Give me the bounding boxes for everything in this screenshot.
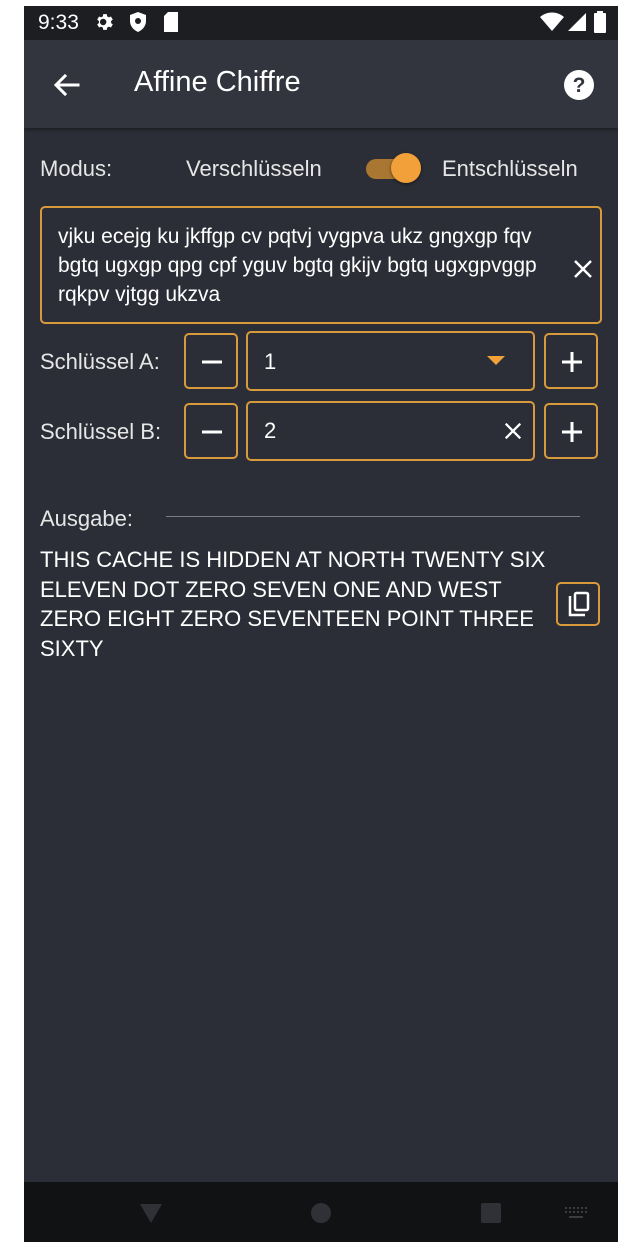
app-screen: 9:33 Affine Chiffre ? Modus: Verschlüsse xyxy=(24,6,618,1242)
dropdown-arrow-icon[interactable] xyxy=(485,353,507,372)
key-a-select[interactable]: 1 xyxy=(246,331,535,391)
close-icon[interactable] xyxy=(503,421,525,443)
back-triangle-icon[interactable] xyxy=(139,1202,163,1229)
key-b-value[interactable]: 2 xyxy=(264,418,276,444)
key-b-label: Schlüssel B: xyxy=(40,419,162,444)
copy-icon xyxy=(568,591,590,617)
sd-card-icon xyxy=(162,11,180,39)
wifi-icon xyxy=(540,11,564,39)
cipher-text-value[interactable]: vjku ecejg ku jkffgp cv pqtvj vygpva ukz… xyxy=(58,222,558,309)
status-time: 9:33 xyxy=(38,11,79,34)
mode-label: Modus: xyxy=(40,156,113,181)
keyboard-icon[interactable] xyxy=(564,1206,590,1225)
key-b-increment-button[interactable] xyxy=(544,403,598,459)
recents-square-icon[interactable] xyxy=(480,1202,502,1229)
shield-icon xyxy=(128,11,148,39)
key-b-decrement-button[interactable] xyxy=(184,403,238,459)
battery-icon xyxy=(594,11,606,39)
mode-decrypt-option[interactable]: Entschlüsseln xyxy=(442,156,578,182)
minus-icon xyxy=(202,360,222,364)
arrow-left-icon[interactable] xyxy=(50,68,84,102)
home-circle-icon[interactable] xyxy=(310,1202,332,1229)
navigation-bar xyxy=(24,1182,618,1242)
svg-text:?: ? xyxy=(573,74,586,97)
help-circle-icon[interactable]: ? xyxy=(562,68,596,102)
mode-encrypt-option[interactable]: Verschlüsseln xyxy=(186,156,322,182)
key-a-increment-button[interactable] xyxy=(544,333,598,389)
output-label: Ausgabe: xyxy=(40,506,133,531)
status-bar: 9:33 xyxy=(24,6,618,40)
app-bar: Affine Chiffre ? xyxy=(24,40,618,128)
divider xyxy=(166,516,580,517)
page-title: Affine Chiffre xyxy=(134,66,301,98)
output-text: THIS CACHE IS HIDDEN AT NORTH TWENTY SIX… xyxy=(40,547,546,661)
cipher-text-input[interactable]: vjku ecejg ku jkffgp cv pqtvj vygpva ukz… xyxy=(40,206,602,324)
key-b-input[interactable]: 2 xyxy=(246,401,535,461)
close-icon[interactable] xyxy=(572,258,594,280)
plus-icon xyxy=(562,422,582,442)
gear-icon xyxy=(94,11,116,39)
toggle-thumb[interactable] xyxy=(391,153,421,183)
signal-icon xyxy=(566,11,588,39)
key-a-value: 1 xyxy=(264,349,277,374)
key-a-decrement-button[interactable] xyxy=(184,333,238,389)
copy-button[interactable] xyxy=(556,582,600,626)
plus-icon xyxy=(562,352,582,372)
minus-icon xyxy=(202,430,222,434)
key-a-label: Schlüssel A: xyxy=(40,349,160,374)
